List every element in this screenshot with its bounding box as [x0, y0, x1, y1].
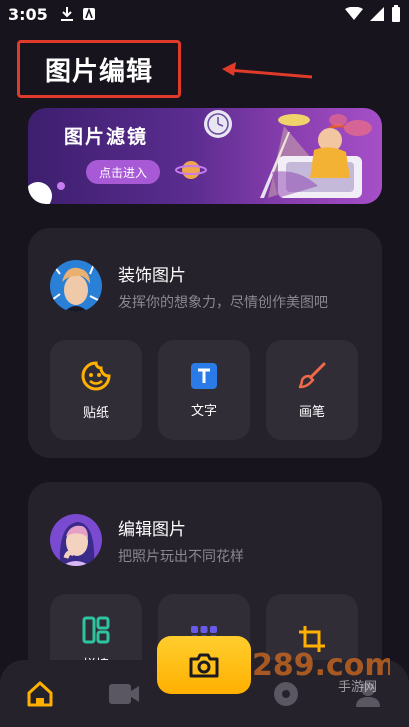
sticker-icon	[81, 360, 111, 390]
filter-banner[interactable]: 图片滤镜 点击进入	[28, 108, 382, 204]
annotation-arrow-icon	[222, 62, 313, 79]
sticker-label: 贴纸	[82, 405, 109, 421]
brush-tool[interactable]: 画笔	[266, 340, 358, 440]
edit-title: 编辑图片	[118, 519, 186, 540]
sticker-tool[interactable]: 贴纸	[50, 340, 142, 440]
edit-subtitle: 把照片玩出不同花样	[118, 548, 244, 565]
signal-icon	[370, 7, 384, 21]
wifi-icon	[345, 7, 363, 20]
decorate-card: 装饰图片 发挥你的想象力，尽情创作美图吧 贴纸 文字 画笔	[28, 228, 382, 458]
text-label: 文字	[190, 403, 217, 419]
watermark-subtext: 手游网	[338, 680, 377, 695]
banner-title: 图片滤镜	[64, 126, 149, 148]
decorate-avatar	[50, 260, 102, 312]
battery-icon	[392, 5, 400, 22]
camera-icon	[189, 653, 219, 678]
text-icon	[191, 362, 217, 389]
banner-enter-button[interactable]: 点击进入	[86, 160, 160, 184]
decorate-subtitle: 发挥你的想象力，尽情创作美图吧	[118, 294, 328, 311]
edit-header: 编辑图片 把照片玩出不同花样	[50, 514, 244, 566]
app-notification-icon	[82, 7, 95, 20]
camera-button[interactable]	[157, 636, 251, 694]
status-time: 3:05	[8, 4, 48, 24]
edit-avatar	[50, 514, 102, 566]
decorate-header: 装饰图片 发挥你的想象力，尽情创作美图吧	[50, 260, 328, 312]
text-tool[interactable]: 文字	[158, 340, 250, 440]
status-bar: 3:05	[0, 0, 409, 28]
brush-label: 画笔	[298, 404, 325, 420]
video-icon[interactable]	[108, 680, 140, 708]
home-icon[interactable]	[26, 680, 54, 708]
collage-icon	[82, 616, 110, 643]
download-icon	[60, 7, 73, 21]
brush-icon	[298, 362, 326, 388]
decorate-tools: 贴纸 文字 画笔	[50, 340, 358, 440]
page-title: 图片编辑	[44, 56, 153, 87]
page-title-box: 图片编辑	[17, 40, 181, 98]
site-watermark: 289.com 手游网	[250, 645, 396, 699]
decorate-title: 装饰图片	[118, 265, 186, 286]
watermark-text: 289.com	[252, 648, 390, 683]
